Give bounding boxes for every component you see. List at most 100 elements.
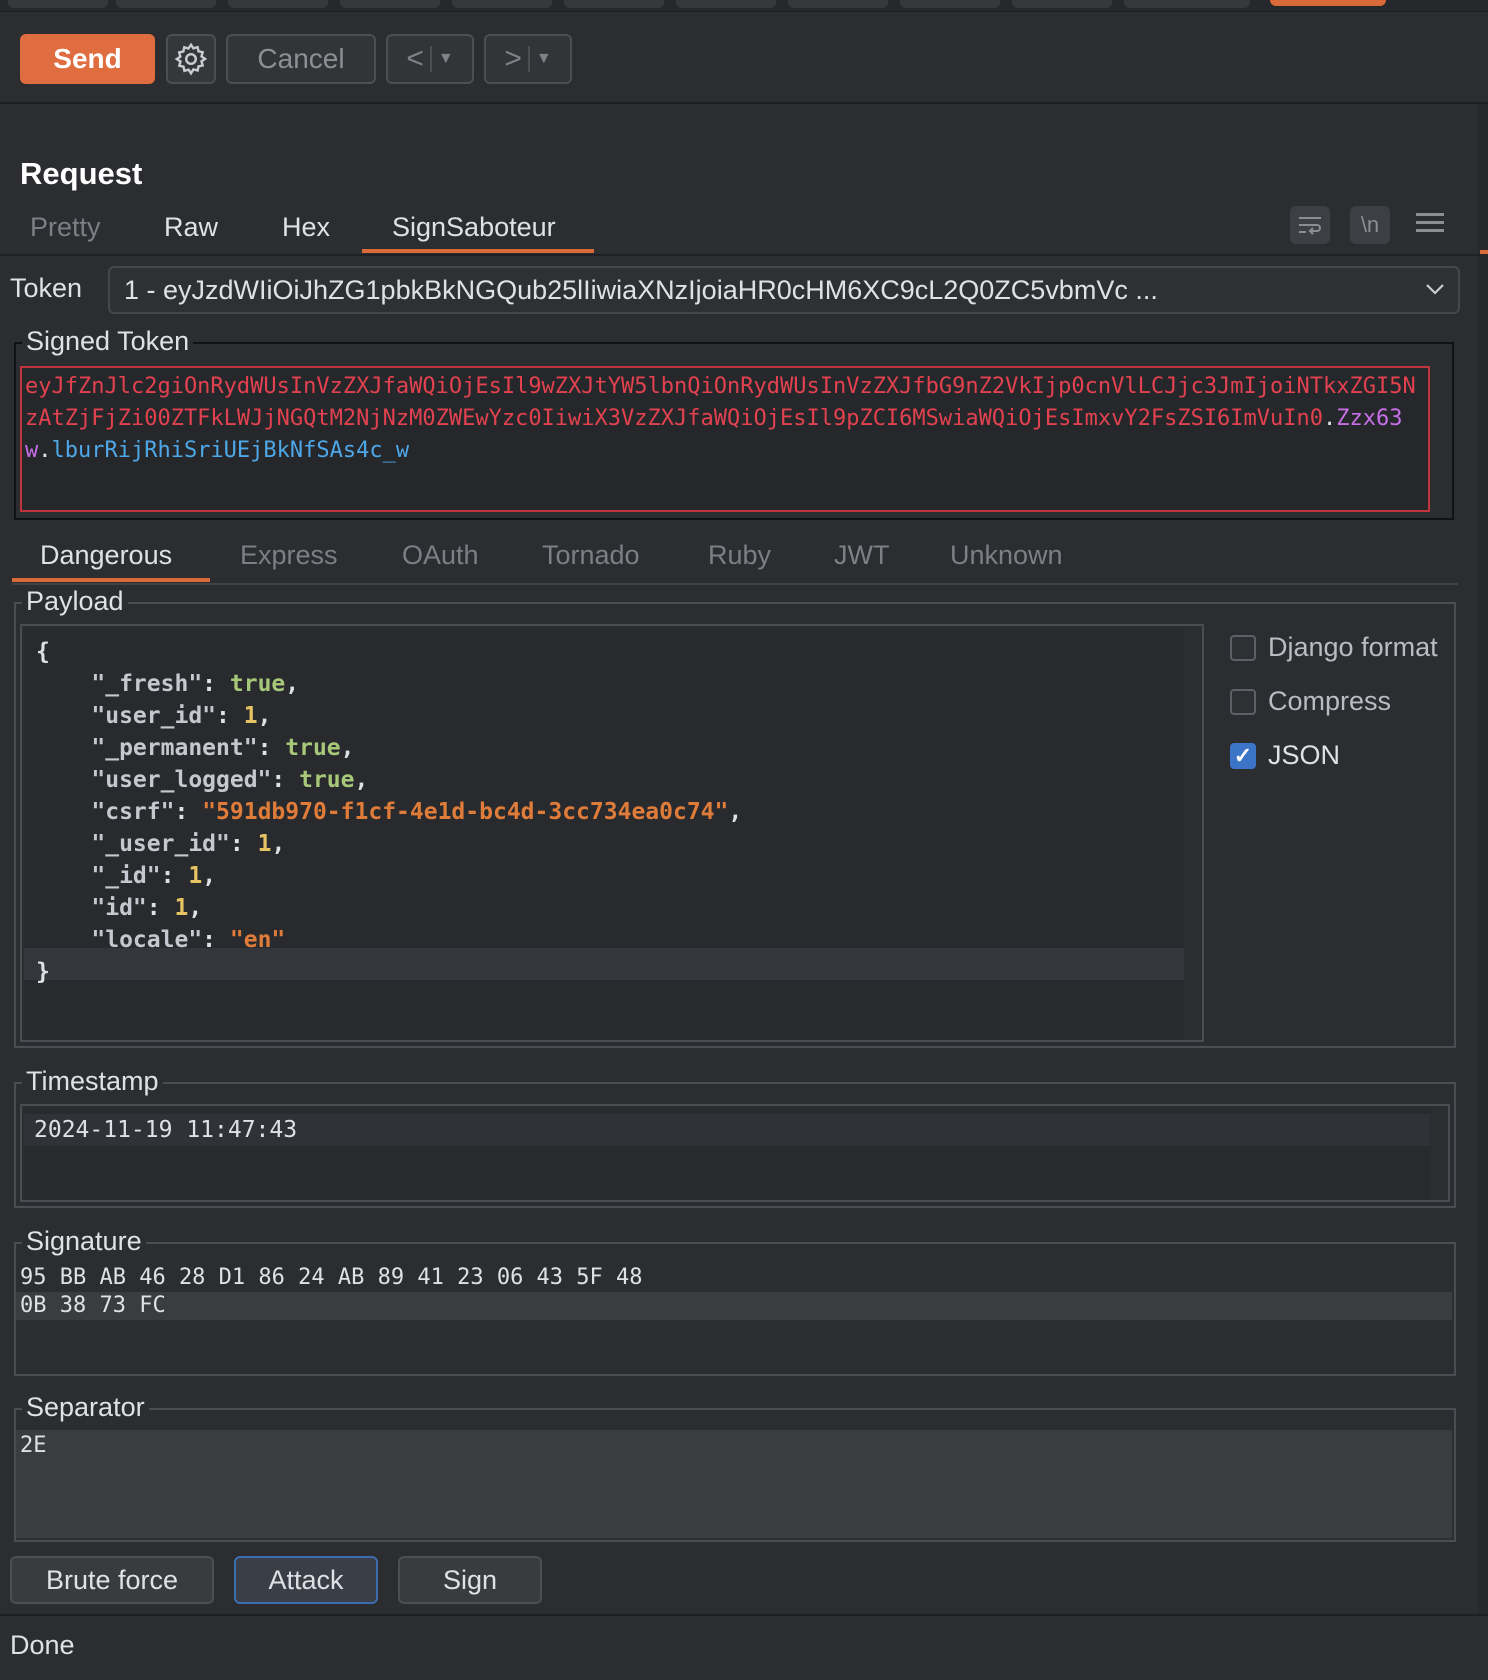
active-tab-indicator (362, 249, 594, 253)
tab-ruby[interactable]: Ruby (708, 540, 771, 571)
tab-hex[interactable]: Hex (282, 212, 330, 243)
strip-tab[interactable] (676, 0, 776, 8)
json-value: true (299, 767, 355, 793)
tab-signsaboteur[interactable]: SignSaboteur (392, 212, 556, 243)
signature-line: 95 BB AB 46 28 D1 86 24 AB 89 41 23 06 4… (20, 1265, 643, 1290)
tab-express[interactable]: Express (240, 540, 338, 571)
token-label: Token (10, 273, 83, 303)
newline-icon: \n (1360, 212, 1380, 237)
strip-tab[interactable] (8, 0, 108, 8)
json-value: "en" (229, 927, 286, 953)
active-tab-indicator (12, 578, 210, 582)
json-checkbox[interactable]: ✓ (1230, 742, 1256, 769)
wrap-icon (1299, 217, 1321, 235)
dropdown-arrow-icon[interactable]: ▼ (536, 50, 552, 68)
checkmark-icon: ✓ (1233, 742, 1253, 768)
token-dot: . (1323, 406, 1337, 431)
send-button[interactable]: Send (20, 34, 155, 84)
cancel-button[interactable]: Cancel (226, 34, 376, 84)
token-dot: . (38, 438, 52, 463)
scroll-marker (1480, 250, 1488, 254)
strip-tab[interactable] (1124, 0, 1250, 8)
settings-button[interactable] (166, 34, 216, 84)
timestamp-value: 2024-11-19 11:47:43 (34, 1117, 298, 1143)
separator-legend: Separator (22, 1392, 149, 1423)
payload-legend: Payload (22, 586, 128, 617)
signature-line: 0B 38 73 FC (20, 1293, 166, 1318)
token-select-value: 1 - eyJzdWIiOiJhZG1pbkBkNGQub25lIiwiaXNz… (124, 274, 1158, 305)
payload-json: { "_fresh": true, "user_id": 1, "_perman… (36, 639, 743, 985)
tab-jwt[interactable]: JWT (834, 540, 889, 571)
timestamp-legend: Timestamp (22, 1066, 163, 1097)
json-value: true (229, 671, 286, 697)
strip-tab-active[interactable] (1270, 0, 1386, 6)
strip-tab[interactable] (116, 0, 216, 8)
status-bar (0, 1614, 1488, 1680)
json-brace: { (36, 639, 50, 665)
signature-legend: Signature (22, 1226, 146, 1257)
request-title: Request (20, 156, 143, 191)
strip-tab[interactable] (452, 0, 552, 8)
django-format-checkbox[interactable] (1230, 634, 1256, 661)
json-key: "user_logged" (91, 767, 272, 793)
strip-tab[interactable] (564, 0, 664, 8)
json-value: 1 (174, 895, 189, 921)
divider (527, 46, 530, 72)
strip-tab[interactable] (1012, 0, 1112, 8)
chevron-right-icon: > (504, 42, 522, 75)
json-value: "591db970-f1cf-4e1d-bc4d-3cc734ea0c74" (202, 799, 729, 825)
token-payload-part: eyJfZnJlc2giOnRydWUsInVzZXJfaWQiOjEsIl9w… (25, 374, 1416, 431)
status-text: Done (10, 1630, 75, 1660)
vertical-scrollbar[interactable] (1478, 104, 1488, 1614)
tab-unknown[interactable]: Unknown (950, 540, 1063, 571)
signature-hex: 95 BB AB 46 28 D1 86 24 AB 89 41 23 06 4… (20, 1264, 643, 1320)
word-wrap-toggle[interactable] (1290, 206, 1330, 244)
strip-tab[interactable] (788, 0, 888, 8)
tab-pretty[interactable]: Pretty (30, 212, 101, 243)
back-button[interactable]: < ▼ (386, 34, 474, 84)
json-key: "_fresh" (91, 671, 203, 697)
brute-force-button[interactable]: Brute force (10, 1556, 214, 1604)
top-tab-strip (0, 0, 1488, 12)
tab-dangerous[interactable]: Dangerous (40, 540, 172, 571)
tab-raw[interactable]: Raw (164, 212, 218, 243)
json-value: 1 (188, 863, 203, 889)
token-signature-part: lburRijRhiSriUEjBkNfSAs4c_w (51, 438, 410, 463)
dropdown-arrow-icon[interactable]: ▼ (438, 50, 454, 68)
compress-checkbox[interactable] (1230, 688, 1256, 715)
gear-icon (174, 42, 208, 76)
strip-tab[interactable] (340, 0, 440, 8)
json-key: "user_id" (91, 703, 217, 729)
compress-option[interactable]: Compress (1230, 686, 1391, 717)
chevron-left-icon: < (406, 42, 424, 75)
json-key: "id" (91, 895, 147, 921)
strip-tab[interactable] (228, 0, 328, 8)
separator-value: 2E (20, 1433, 47, 1458)
attack-button[interactable]: Attack (234, 1556, 378, 1604)
json-key: "csrf" (91, 799, 175, 825)
json-value: true (285, 735, 341, 761)
json-value: 1 (243, 703, 258, 729)
divider (12, 583, 1458, 585)
payload-editor[interactable]: { "_fresh": true, "user_id": 1, "_perman… (20, 624, 1204, 1042)
toolbar: Send Cancel < ▼ > ▼ (0, 12, 1488, 104)
json-key: "_user_id" (91, 831, 230, 857)
forward-button[interactable]: > ▼ (484, 34, 572, 84)
tab-oauth[interactable]: OAuth (402, 540, 479, 571)
signed-token-field[interactable]: eyJfZnJlc2giOnRydWUsInVzZXJfaWQiOjEsIl9w… (20, 366, 1430, 512)
token-select[interactable]: 1 - eyJzdWIiOiJhZG1pbkBkNGQub25lIiwiaXNz… (108, 266, 1460, 314)
separator-field[interactable] (16, 1430, 1452, 1538)
timestamp-field[interactable]: 2024-11-19 11:47:43 (20, 1104, 1450, 1202)
json-key: "locale" (91, 927, 203, 953)
strip-tab[interactable] (900, 0, 1000, 8)
json-label: JSON (1268, 740, 1341, 770)
tab-tornado[interactable]: Tornado (542, 540, 640, 571)
newline-toggle[interactable]: \n (1350, 206, 1390, 244)
json-option[interactable]: ✓ JSON (1230, 740, 1340, 771)
django-format-option[interactable]: Django format (1230, 632, 1438, 663)
sign-button[interactable]: Sign (398, 1556, 542, 1604)
menu-icon[interactable] (1416, 208, 1444, 238)
divider (0, 254, 1480, 256)
django-format-label: Django format (1268, 632, 1438, 662)
json-brace: } (36, 959, 50, 985)
